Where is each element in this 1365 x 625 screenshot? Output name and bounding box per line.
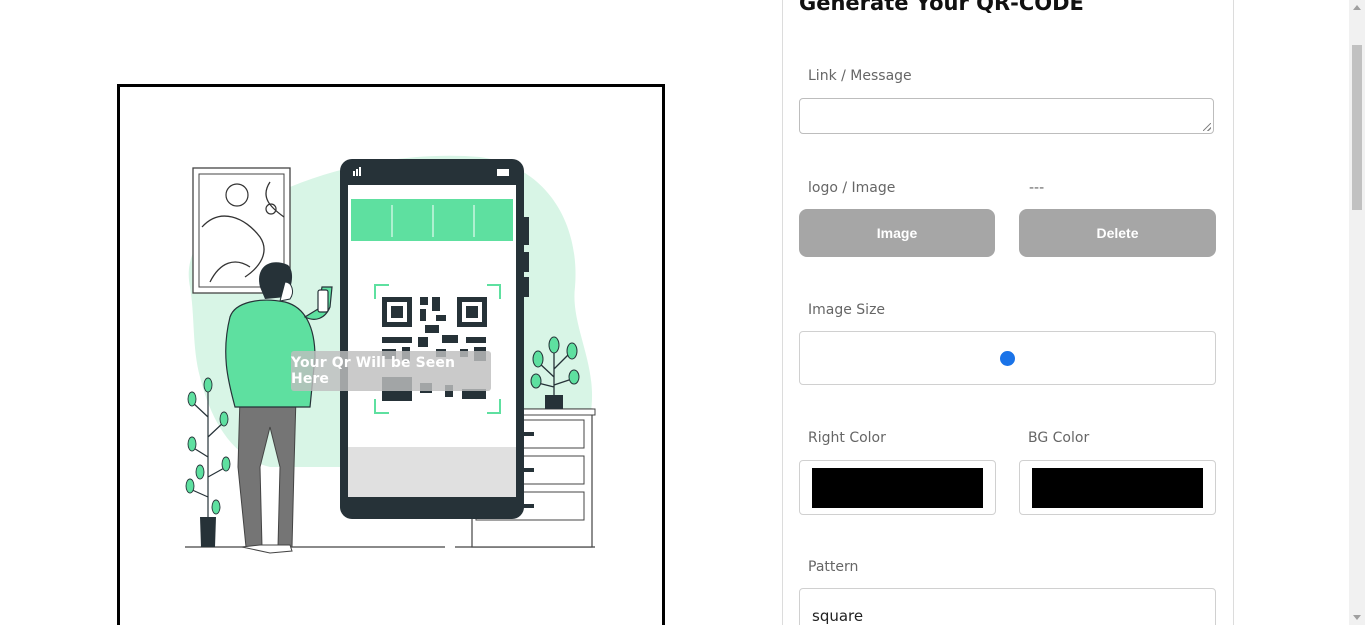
bg-color-swatch	[1032, 468, 1203, 508]
image-size-slider[interactable]	[799, 331, 1216, 385]
plant-pot-right	[545, 395, 563, 409]
scroll-up-arrow-icon[interactable]	[1353, 5, 1361, 10]
qr-placeholder-overlay: Your Qr Will be Seen Here	[291, 351, 491, 391]
page-scrollbar[interactable]	[1349, 0, 1365, 625]
pattern-selected-value: square	[812, 607, 864, 625]
resize-grip-icon[interactable]	[1203, 123, 1211, 131]
link-message-label: Link / Message	[808, 68, 912, 84]
image-size-label: Image Size	[808, 302, 886, 318]
right-color-label: Right Color	[808, 430, 886, 446]
page-title: Generate Your QR-CODE	[799, 0, 1084, 15]
person-phone	[317, 289, 329, 313]
person-legs	[237, 396, 297, 548]
logo-filename: ---	[1029, 180, 1045, 196]
logo-image-label: logo / Image	[808, 180, 896, 196]
qr-settings-panel: Generate Your QR-CODE Link / Message log…	[782, 0, 1234, 625]
image-upload-button[interactable]: Image	[799, 209, 995, 257]
right-color-swatch	[812, 468, 983, 508]
bg-color-picker[interactable]	[1019, 460, 1216, 515]
pattern-label: Pattern	[808, 559, 859, 575]
qr-preview-frame: Your Qr Will be Seen Here	[117, 84, 665, 625]
slider-thumb[interactable]	[1000, 351, 1015, 366]
delete-image-button[interactable]: Delete	[1019, 209, 1216, 257]
right-color-picker[interactable]	[799, 460, 996, 515]
bg-color-label: BG Color	[1028, 430, 1090, 446]
link-message-textarea[interactable]	[799, 98, 1214, 134]
page: Your Qr Will be Seen Here Generate Your …	[0, 0, 1365, 625]
scroll-down-arrow-icon[interactable]	[1353, 615, 1361, 620]
scrollbar-thumb[interactable]	[1352, 45, 1362, 210]
plant-pot-left	[200, 517, 216, 547]
pattern-select[interactable]: square	[799, 588, 1216, 625]
